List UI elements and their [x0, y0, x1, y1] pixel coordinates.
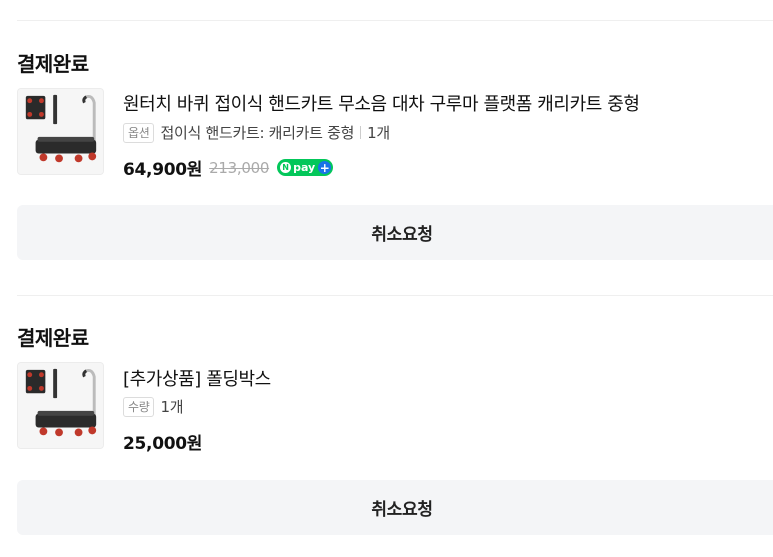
price-line: 25,000원 [123, 429, 202, 454]
folding-hand-cart-image [18, 363, 103, 448]
section-divider [17, 20, 773, 21]
npay-plus-badge: N pay + [277, 159, 334, 176]
naver-n-icon: N [280, 162, 292, 173]
cancel-request-button[interactable]: 취소요청 [17, 205, 773, 260]
option-tag: 옵션 [123, 122, 155, 143]
order-status: 결제완료 [17, 52, 89, 76]
quantity-text: 1개 [367, 124, 390, 142]
folding-hand-cart-image [18, 89, 103, 174]
order-status: 결제완료 [17, 326, 89, 350]
sale-price: 64,900원 [123, 160, 203, 180]
sale-price: 25,000원 [123, 434, 203, 454]
section-divider [17, 295, 773, 296]
product-name[interactable]: [추가상품] 폴딩박스 [123, 365, 271, 391]
option-separator [360, 126, 362, 139]
option-tag: 수량 [123, 396, 155, 417]
quantity-text: 1개 [160, 398, 184, 416]
product-thumbnail[interactable] [17, 362, 104, 449]
price-line: 64,900원 213,000 N pay + [123, 155, 334, 180]
npay-label: pay [293, 161, 316, 174]
plus-icon: + [318, 160, 332, 175]
product-name[interactable]: 원터치 바퀴 접이식 핸드카트 무소음 대차 구루마 플랫폼 캐리카트 중형 [123, 90, 640, 116]
option-line: 옵션 접이식 핸드카트: 캐리카트 중형 1개 [123, 122, 390, 143]
option-line: 수량 1개 [123, 396, 184, 417]
original-price: 213,000 [209, 158, 270, 177]
product-thumbnail[interactable] [17, 88, 104, 175]
option-text: 접이식 핸드카트: 캐리카트 중형 [160, 124, 355, 142]
cancel-request-button[interactable]: 취소요청 [17, 480, 773, 535]
